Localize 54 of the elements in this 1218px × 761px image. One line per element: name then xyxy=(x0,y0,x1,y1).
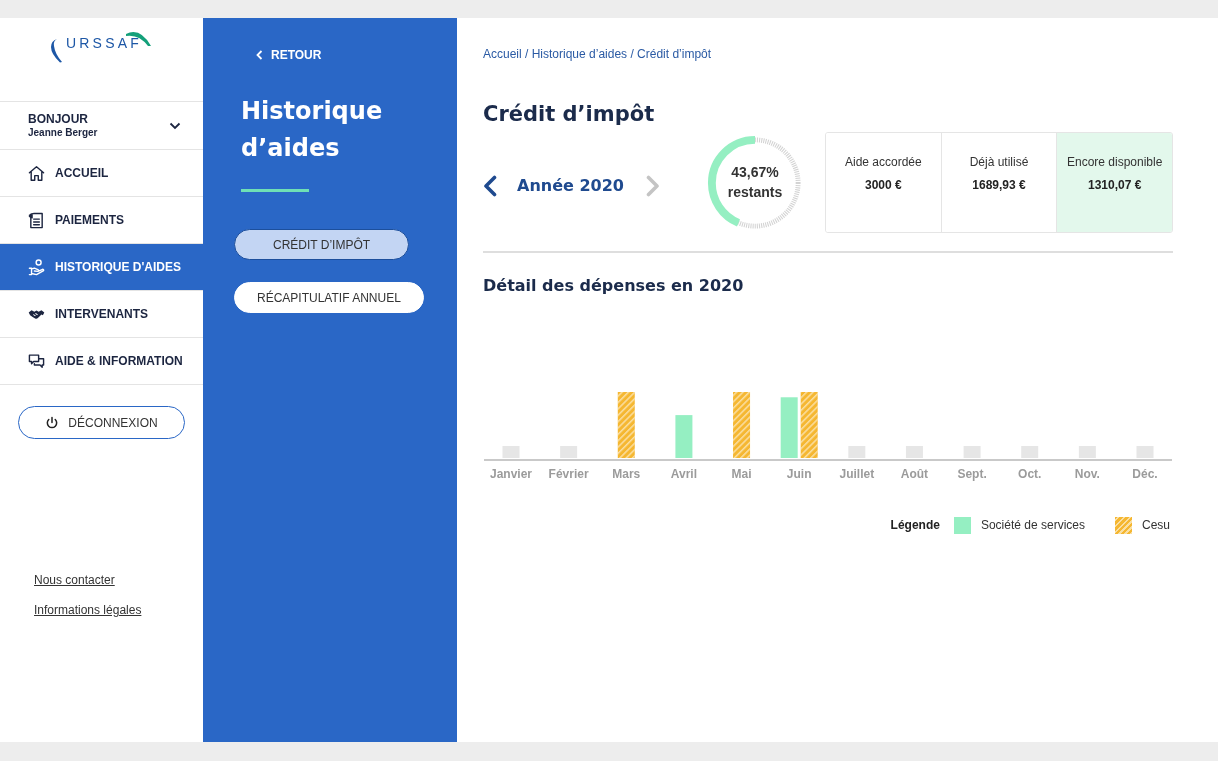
legend-label: Cesu xyxy=(1142,517,1170,534)
empty-bar xyxy=(963,446,981,458)
month-label: Juillet xyxy=(839,467,875,481)
summary-amount: 1689,93 € xyxy=(972,177,1026,194)
summary-label: Déjà utilisé xyxy=(969,154,1029,171)
empty-bar xyxy=(560,446,578,458)
month-label: Mai xyxy=(731,467,752,481)
empty-bar xyxy=(1136,446,1154,458)
summary-amount: 1310,07 € xyxy=(1088,177,1142,194)
nav-item[interactable]: HISTORIQUE D'AIDES xyxy=(0,244,203,291)
empty-bar xyxy=(502,446,520,458)
section-tab[interactable]: CRÉDIT D’IMPÔT xyxy=(234,229,410,260)
chevron-down-icon xyxy=(169,121,181,130)
previous-year-button[interactable] xyxy=(483,174,497,197)
empty-bar xyxy=(1021,446,1039,458)
document-icon xyxy=(28,211,45,229)
power-icon xyxy=(45,415,60,430)
page-title: Crédit d’impôt xyxy=(483,101,656,127)
month-label: Sept. xyxy=(957,467,987,481)
empty-bar xyxy=(905,446,923,458)
footer-link[interactable]: Informations légales xyxy=(34,601,142,619)
month-label: Mars xyxy=(612,467,641,481)
summary-label: Aide accordée xyxy=(844,154,922,171)
month-label: Nov. xyxy=(1074,467,1100,481)
month-label: Avril xyxy=(670,467,698,481)
section-title: Détail des dépenses en 2020 xyxy=(483,275,745,297)
percent-caption: restants xyxy=(727,184,783,200)
back-link[interactable]: RETOUR xyxy=(256,46,322,64)
breadcrumb[interactable]: Accueil / Historique d’aides / Crédit d’impôt xyxy=(483,45,712,63)
month-label: Août xyxy=(900,467,929,481)
summary-amount: 3000 € xyxy=(865,177,902,194)
home-icon xyxy=(28,164,45,182)
empty-bar xyxy=(1078,446,1096,458)
logout-button[interactable]: DÉCONNEXION xyxy=(18,406,185,439)
month-label: Oct. xyxy=(1018,467,1042,481)
legend-title: Légende xyxy=(890,517,940,534)
percent-value: 43,67% xyxy=(731,165,779,181)
section-tab[interactable]: RÉCAPITULATIF ANNUEL xyxy=(234,282,424,313)
chevron-left-icon xyxy=(256,50,263,60)
chevron-left-icon xyxy=(483,174,497,197)
chat-icon xyxy=(28,352,45,370)
legend-label: Société de services xyxy=(980,517,1085,534)
year-label: Année 2020 xyxy=(517,174,624,197)
logo: URSSAF xyxy=(47,26,156,66)
month-label: Janvier xyxy=(490,467,532,481)
summary-label: Encore disponible xyxy=(1066,154,1163,171)
month-label: Déc. xyxy=(1132,467,1158,481)
chevron-right-icon xyxy=(645,174,660,197)
month-label: Février xyxy=(548,467,589,481)
month-label: Juin xyxy=(786,467,812,481)
panel-title: Historique d’aides xyxy=(241,96,384,164)
empty-bar xyxy=(848,446,866,458)
footer-link[interactable]: Nous contacter xyxy=(34,571,115,589)
hand-coin-icon xyxy=(28,258,45,276)
